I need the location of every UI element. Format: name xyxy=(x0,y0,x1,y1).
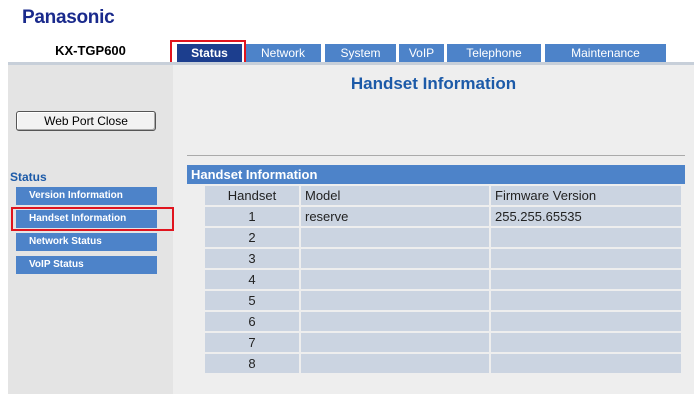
handset-firmware xyxy=(491,291,681,310)
table-row: 8 xyxy=(205,354,681,373)
handset-number: 4 xyxy=(205,270,299,289)
tab-maintenance[interactable]: Maintenance xyxy=(545,44,666,62)
table-row: 1 reserve 255.255.65535 xyxy=(205,207,681,226)
table-heading: Handset Information xyxy=(187,165,685,184)
handset-number: 3 xyxy=(205,249,299,268)
handset-number: 7 xyxy=(205,333,299,352)
table-row: 6 xyxy=(205,312,681,331)
table-row: 3 xyxy=(205,249,681,268)
handset-model xyxy=(301,312,489,331)
tab-telephone[interactable]: Telephone xyxy=(447,44,541,62)
tab-voip[interactable]: VoIP xyxy=(399,44,444,62)
handset-model xyxy=(301,333,489,352)
handset-firmware xyxy=(491,270,681,289)
table-row: 5 xyxy=(205,291,681,310)
top-band xyxy=(8,62,694,65)
table-header-row: Handset Model Firmware Version xyxy=(205,186,681,205)
divider xyxy=(187,155,685,156)
device-model: KX-TGP600 xyxy=(55,43,126,58)
handset-number: 1 xyxy=(205,207,299,226)
handset-model: reserve xyxy=(301,207,489,226)
handset-firmware xyxy=(491,312,681,331)
handset-firmware xyxy=(491,354,681,373)
handset-model xyxy=(301,228,489,247)
handset-firmware xyxy=(491,333,681,352)
table-row: 2 xyxy=(205,228,681,247)
handset-number: 8 xyxy=(205,354,299,373)
column-header-firmware-version: Firmware Version xyxy=(491,186,681,205)
handset-table: Handset Model Firmware Version 1 reserve… xyxy=(203,184,683,375)
handset-information-highlight xyxy=(11,207,174,231)
sidebar-item-voip-status[interactable]: VoIP Status xyxy=(16,256,157,274)
sidebar-item-version-information[interactable]: Version Information xyxy=(16,187,157,205)
handset-number: 5 xyxy=(205,291,299,310)
sidebar-section-status: Status xyxy=(10,170,47,184)
handset-model xyxy=(301,291,489,310)
table-row: 7 xyxy=(205,333,681,352)
web-port-close-button[interactable]: Web Port Close xyxy=(16,111,156,131)
handset-number: 6 xyxy=(205,312,299,331)
handset-model xyxy=(301,354,489,373)
handset-model xyxy=(301,249,489,268)
page-title: Handset Information xyxy=(350,74,517,93)
handset-model xyxy=(301,270,489,289)
column-header-handset: Handset xyxy=(205,186,299,205)
tab-system[interactable]: System xyxy=(325,44,396,62)
handset-firmware: 255.255.65535 xyxy=(491,207,681,226)
handset-firmware xyxy=(491,228,681,247)
tab-network[interactable]: Network xyxy=(245,44,321,62)
handset-firmware xyxy=(491,249,681,268)
handset-number: 2 xyxy=(205,228,299,247)
panasonic-logo: Panasonic xyxy=(22,7,115,28)
column-header-model: Model xyxy=(301,186,489,205)
table-row: 4 xyxy=(205,270,681,289)
sidebar-item-network-status[interactable]: Network Status xyxy=(16,233,157,251)
